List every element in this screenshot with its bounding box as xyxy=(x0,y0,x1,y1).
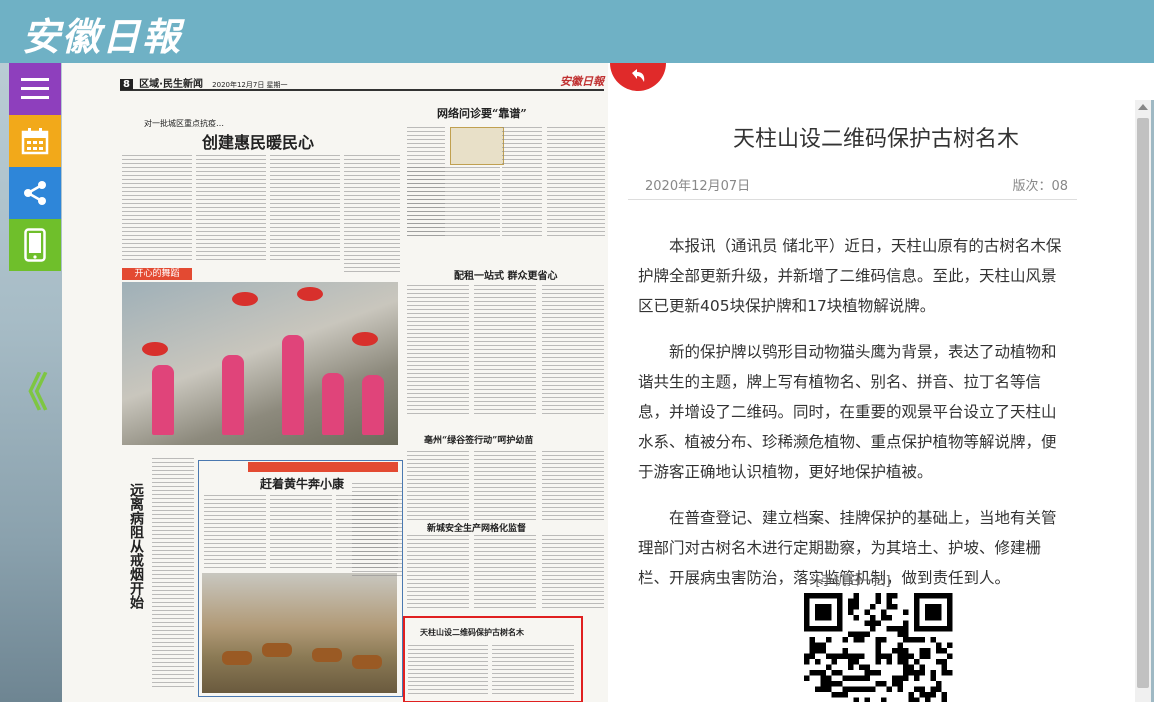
text-block xyxy=(407,535,469,611)
red-fan xyxy=(297,287,323,301)
cow-figure xyxy=(312,648,342,662)
text-block xyxy=(408,645,488,695)
red-fan xyxy=(232,292,258,306)
fuel-headline[interactable]: 配租一站式 群众更省心 xyxy=(454,267,557,282)
text-block xyxy=(474,285,536,415)
paragraph: 新的保护牌以鸮形目动物猫头鹰为背景，表达了动植物和谐共生的主题，牌上写有植物名、… xyxy=(638,343,1057,481)
dancer-figure xyxy=(282,335,304,435)
dancer-figure xyxy=(322,373,344,435)
text-block xyxy=(122,155,192,260)
red-fan xyxy=(142,342,168,356)
green-headline[interactable]: 亳州“绿谷签行动”呵护幼苗 xyxy=(424,433,533,446)
page-section: 区域·民生新闻 xyxy=(139,79,203,90)
text-block xyxy=(542,285,604,415)
qr-code[interactable] xyxy=(804,593,956,702)
text-block xyxy=(502,127,542,237)
cow-figure xyxy=(222,651,252,665)
text-block xyxy=(492,645,574,695)
dance-photo[interactable] xyxy=(122,282,398,445)
calendar-icon xyxy=(21,128,49,155)
text-block xyxy=(270,495,332,569)
cattle-headline[interactable]: 赶着黄牛奔小康 xyxy=(260,475,344,492)
dancer-figure xyxy=(222,355,244,435)
text-block xyxy=(352,483,402,579)
text-block xyxy=(474,535,536,611)
page-logo: 安徽日報 xyxy=(560,75,604,88)
text-block xyxy=(344,155,400,275)
illustration xyxy=(450,127,504,165)
kicker-headline: 对一批城区重点抗疫… xyxy=(144,119,224,128)
scan-label: [手机扫一扫] xyxy=(815,574,891,589)
newspaper-logo[interactable]: 安徽日報 xyxy=(22,6,182,61)
trees-headline[interactable]: 天柱山设二维码保护古树名木 xyxy=(420,627,524,638)
feature-banner xyxy=(248,462,398,472)
page-header: 8 区域·民生新闻 2020年12月7日 星期一 安徽日報 xyxy=(120,75,604,91)
scroll-up-arrow-icon[interactable] xyxy=(1138,104,1148,110)
scrollbar-thumb[interactable] xyxy=(1137,118,1149,688)
article-date: 2020年12月07日 xyxy=(645,179,751,194)
share-button[interactable] xyxy=(9,167,61,219)
cattle-photo[interactable] xyxy=(202,573,397,693)
text-block xyxy=(407,285,469,415)
share-icon xyxy=(24,181,46,205)
text-block xyxy=(474,451,536,521)
menu-button[interactable] xyxy=(9,63,61,115)
safety-headline[interactable]: 新城安全生产网格化监督 xyxy=(427,521,526,534)
article-panel: 天柱山设二维码保护古树名木 2020年12月07日 版次：08 本报讯（通讯员 … xyxy=(608,63,1144,702)
text-block xyxy=(204,495,266,569)
hamburger-menu-icon xyxy=(21,78,49,99)
dancer-figure xyxy=(152,365,174,435)
previous-page-arrow[interactable]: 《 xyxy=(8,360,48,418)
article-body: 本报讯（通讯员 储北平）近日，天柱山原有的古树名木保护牌全部更新升级，并新增了二… xyxy=(638,231,1068,609)
text-block xyxy=(407,167,500,239)
net-headline[interactable]: 网络问诊要“靠谱” xyxy=(437,105,527,121)
text-block xyxy=(407,451,469,521)
top-header-bar: 安徽日報 xyxy=(0,0,1154,63)
text-block xyxy=(270,155,340,260)
title-divider xyxy=(628,199,1077,200)
text-block xyxy=(196,155,266,260)
text-block xyxy=(542,451,604,521)
right-edge xyxy=(1144,63,1154,100)
photo-ribbon: 开心的舞蹈 xyxy=(122,268,192,280)
calendar-button[interactable] xyxy=(9,115,61,167)
page-date: 2020年12月7日 星期一 xyxy=(212,81,288,89)
text-block xyxy=(547,127,605,237)
main-headline[interactable]: 创建惠民暖民心 xyxy=(202,129,314,153)
cow-figure xyxy=(352,655,382,669)
return-arrow-icon xyxy=(632,69,645,82)
mobile-phone-icon xyxy=(24,228,46,262)
text-block xyxy=(152,458,194,690)
article-title: 天柱山设二维码保护古树名木 xyxy=(732,127,1019,152)
red-fan xyxy=(352,332,378,346)
paragraph: 本报讯（通讯员 储北平）近日，天柱山原有的古树名木保护牌全部更新升级，并新增了二… xyxy=(638,237,1062,315)
mobile-button[interactable] xyxy=(9,219,61,271)
text-block xyxy=(542,535,604,611)
cow-figure xyxy=(262,643,292,657)
newspaper-page[interactable]: 8 区域·民生新闻 2020年12月7日 星期一 安徽日報 对一批城区重点抗疫…… xyxy=(62,63,608,702)
article-version: 版次：08 xyxy=(1012,179,1068,194)
dancer-figure xyxy=(362,375,384,435)
page-number: 8 xyxy=(120,79,133,90)
left-vertical-headline[interactable]: 远离病阻从戒烟开始 xyxy=(126,483,146,609)
